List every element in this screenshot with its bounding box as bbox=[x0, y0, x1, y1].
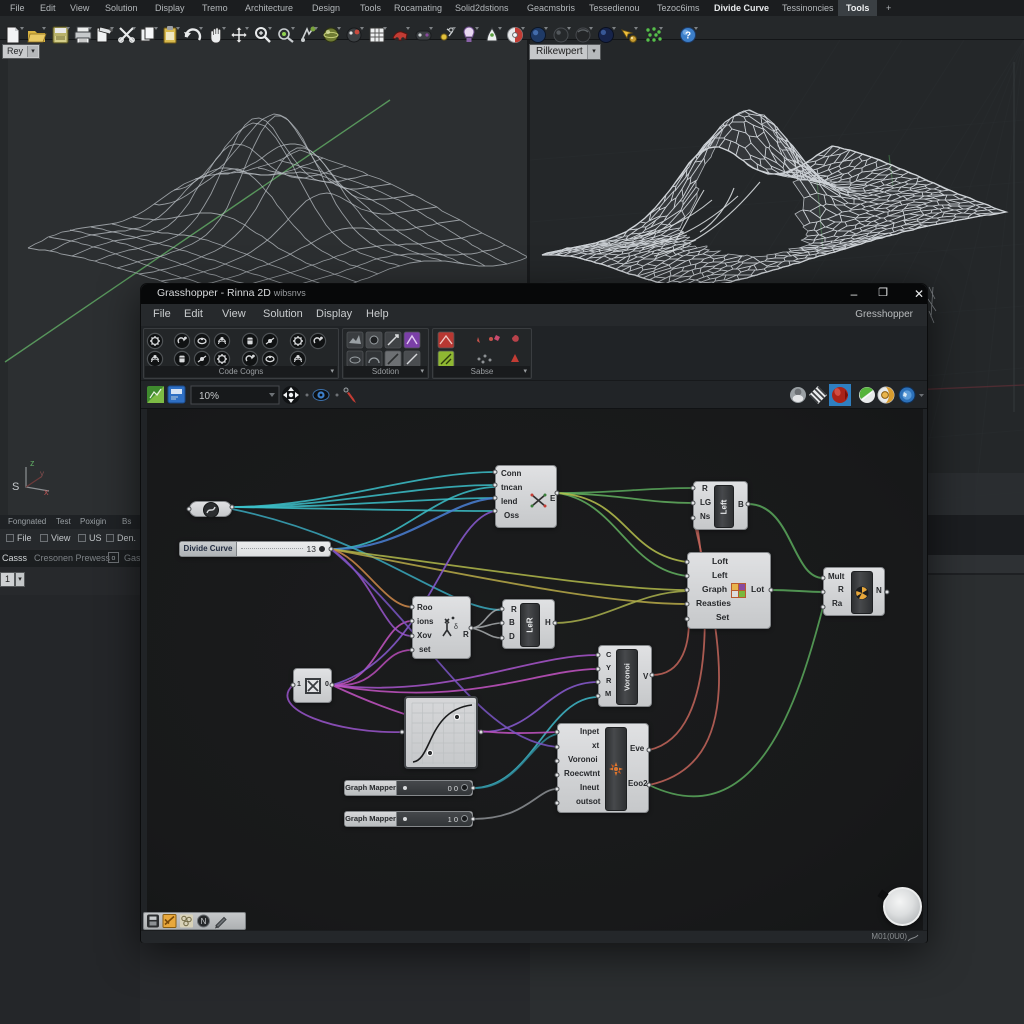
svg-text:z: z bbox=[30, 458, 35, 468]
svg-text:?: ? bbox=[685, 31, 691, 42]
svg-text:δ: δ bbox=[454, 624, 458, 631]
svg-text:S: S bbox=[12, 481, 19, 493]
svg-text:N: N bbox=[201, 917, 207, 926]
svg-text:y: y bbox=[40, 469, 44, 478]
svg-text:x: x bbox=[44, 487, 49, 497]
svg-text:10%: 10% bbox=[199, 391, 219, 402]
